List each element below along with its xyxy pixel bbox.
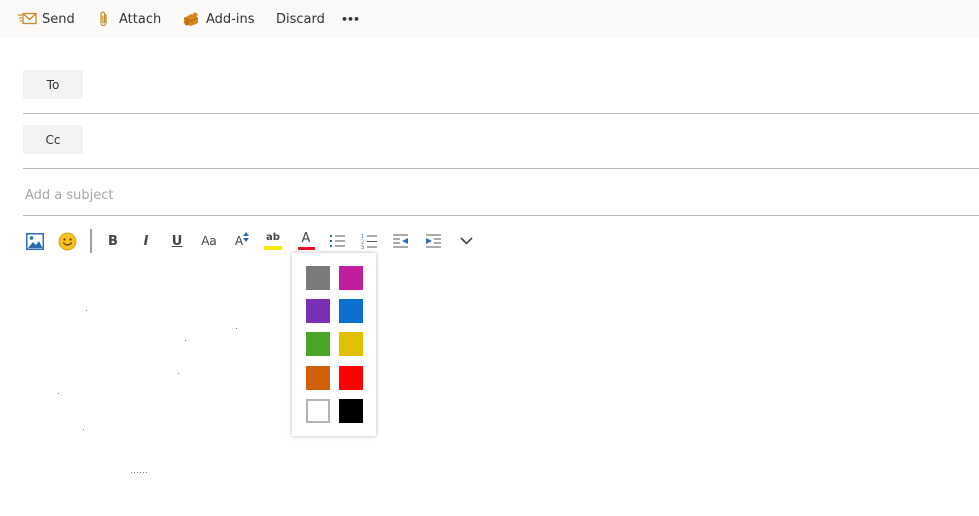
highlight-button[interactable]: ab [263, 228, 283, 254]
discard-button[interactable]: Discard [276, 0, 325, 38]
swatch-red[interactable] [339, 366, 363, 390]
send-button[interactable]: Send [18, 0, 75, 38]
decrease-indent-button[interactable] [391, 228, 409, 254]
italic-button[interactable]: I [137, 228, 155, 254]
body-speck [178, 373, 179, 374]
more-options-button[interactable]: ••• [341, 0, 360, 38]
numbering-button[interactable]: 1 2 3 [360, 228, 378, 254]
toolbar-divider [90, 229, 92, 253]
emoji-button[interactable] [57, 228, 77, 254]
decrease-indent-icon [392, 234, 408, 248]
swatch-orange[interactable] [306, 366, 330, 390]
svg-text:3: 3 [361, 245, 364, 250]
swatch-white[interactable] [306, 399, 330, 423]
addins-button[interactable]: Add-ins [182, 0, 254, 38]
bold-button[interactable]: B [104, 228, 122, 254]
picture-icon [26, 232, 44, 250]
font-color-letter: A [301, 231, 311, 246]
underline-button[interactable]: U [168, 228, 186, 254]
attach-label: Attach [119, 11, 162, 27]
cc-button[interactable]: Cc [23, 125, 83, 154]
to-button[interactable]: To [23, 70, 83, 99]
body-speck [58, 393, 59, 394]
paperclip-icon [100, 11, 107, 26]
to-row: To [23, 70, 979, 114]
addins-label: Add-ins [206, 11, 255, 27]
increase-indent-button[interactable] [424, 228, 442, 254]
bullet-list-icon [329, 235, 345, 247]
attach-button[interactable]: Attach [98, 0, 161, 38]
increase-indent-icon [425, 234, 441, 248]
more-options-icon: ••• [341, 12, 360, 26]
grow-font-button[interactable]: A [233, 228, 251, 254]
swatch-green[interactable] [306, 332, 330, 356]
insert-picture-button[interactable] [25, 228, 45, 254]
body-speck [86, 310, 87, 311]
font-color-bar [297, 247, 315, 250]
bullets-button[interactable] [328, 228, 346, 254]
swatch-yellow[interactable] [339, 332, 363, 356]
font-color-palette [292, 253, 376, 436]
body-speck [185, 340, 186, 341]
swatch-black[interactable] [339, 399, 363, 423]
smiley-icon [58, 232, 76, 250]
body-speck [83, 429, 84, 430]
body-speck [131, 472, 149, 473]
grow-font-letter: A [234, 234, 244, 248]
addins-icon [183, 12, 199, 26]
body-speck [236, 328, 237, 329]
subject-input[interactable] [23, 182, 625, 208]
command-bar: Send Attach Add-ins Discard ••• [0, 0, 979, 38]
swatch-blue[interactable] [339, 299, 363, 323]
swatch-purple[interactable] [306, 299, 330, 323]
highlight-color-bar [264, 245, 282, 250]
discard-label: Discard [276, 11, 325, 27]
font-color-button[interactable]: A [296, 228, 316, 254]
send-icon [18, 12, 37, 25]
send-label: Send [42, 11, 75, 27]
grow-arrow-icon [243, 232, 250, 242]
subject-row [23, 182, 979, 216]
numbered-list-icon: 1 2 3 [361, 234, 377, 250]
swatch-gray[interactable] [306, 266, 330, 290]
highlight-letters: ab [266, 231, 280, 243]
more-formatting-button[interactable] [458, 228, 474, 254]
font-size-button[interactable]: Aa [199, 228, 219, 254]
cc-row: Cc [23, 125, 979, 169]
message-body[interactable] [23, 262, 923, 502]
chevron-down-icon [459, 237, 473, 245]
swatch-magenta[interactable] [339, 266, 363, 290]
